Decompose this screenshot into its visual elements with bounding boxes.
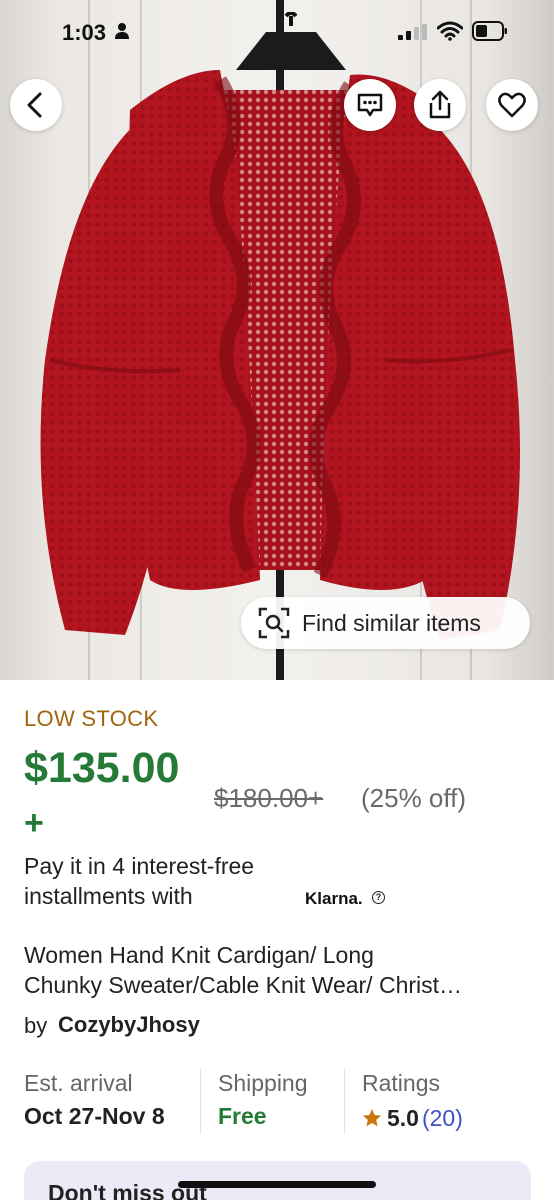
ratings-label: Ratings xyxy=(362,1070,440,1096)
installments-text-cont: installments with xyxy=(24,883,193,909)
ratings-summary[interactable]: 5.0 (20) xyxy=(362,1103,463,1133)
sweater-graphic xyxy=(40,70,520,640)
stock-status: LOW STOCK xyxy=(24,706,159,731)
message-seller-button[interactable] xyxy=(344,79,396,131)
visual-search-icon xyxy=(258,607,290,639)
discount-label: (25% off) xyxy=(361,783,467,813)
favorite-button[interactable] xyxy=(486,79,538,131)
installments-text: Pay it in 4 interest-free xyxy=(24,853,255,879)
product-image[interactable]: 1:03 Find similar items xyxy=(0,0,554,680)
star-icon xyxy=(363,1109,381,1127)
wifi-icon xyxy=(437,21,463,41)
shipping-label: Shipping xyxy=(218,1070,308,1096)
est-arrival-value: Oct 27-Nov 8 xyxy=(24,1103,165,1129)
back-button[interactable] xyxy=(10,79,62,131)
price-plus-sign: + xyxy=(24,804,44,842)
find-similar-label: Find similar items xyxy=(302,609,481,636)
shipping-value: Free xyxy=(218,1103,267,1129)
share-button[interactable] xyxy=(414,79,466,131)
rating-count: (20) xyxy=(421,1104,463,1131)
original-price: $180.00+ xyxy=(214,783,324,813)
heart-icon xyxy=(498,92,526,118)
battery-icon xyxy=(472,21,507,41)
product-title-cont: Chunky Sweater/Cable Knit Wear/ Christ… xyxy=(24,972,463,998)
stats-divider xyxy=(344,1068,345,1134)
klarna-info-icon[interactable]: ? xyxy=(372,891,385,904)
share-icon xyxy=(429,90,451,119)
shop-name-link[interactable]: CozybyJhosy xyxy=(58,1012,200,1038)
find-similar-button[interactable]: Find similar items xyxy=(241,597,530,649)
current-price: $135.00 xyxy=(24,744,180,792)
product-title: Women Hand Knit Cardigan/ Long xyxy=(24,942,374,968)
status-bar: 1:03 xyxy=(0,0,554,64)
est-arrival-label: Est. arrival xyxy=(24,1070,133,1096)
status-time: 1:03 xyxy=(62,20,107,45)
stats-divider xyxy=(200,1068,201,1134)
person-icon xyxy=(115,23,129,39)
back-arrow-icon xyxy=(27,92,42,118)
by-label: by xyxy=(24,1013,48,1038)
rating-value: 5.0 xyxy=(387,1104,419,1131)
klarna-logo[interactable]: Klarna. xyxy=(305,889,363,909)
home-indicator xyxy=(178,1181,376,1188)
signal-icon xyxy=(398,24,427,40)
message-icon xyxy=(357,93,383,117)
